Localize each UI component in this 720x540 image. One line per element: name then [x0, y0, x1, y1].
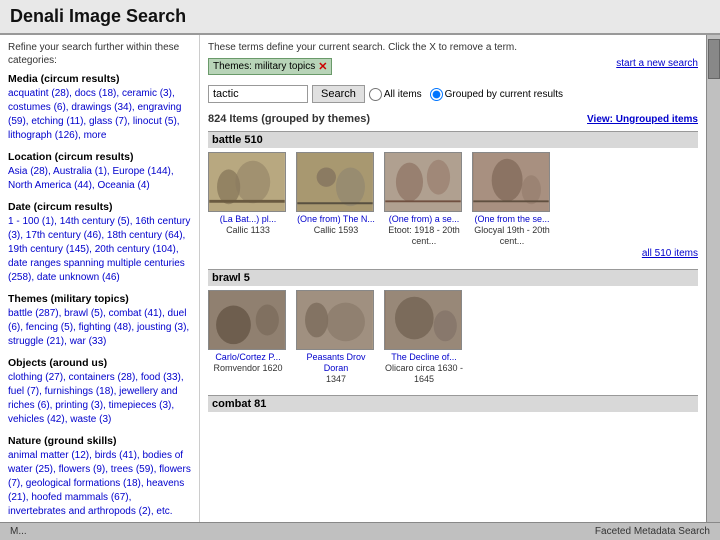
sidebar: Refine your search further within these …: [0, 35, 200, 522]
thumb-item[interactable]: (One from) The N... Callic 1593: [296, 152, 376, 236]
bottom-bar: M... Faceted Metadata Search: [0, 522, 720, 540]
thumb-meta: Romvendor 1620: [208, 363, 288, 374]
facet-group-nature: Nature (ground skills) animal matter (12…: [8, 435, 191, 519]
app-title: Denali Image Search: [10, 6, 186, 27]
facet-title-themes: Themes (military topics): [8, 293, 191, 305]
search-button[interactable]: Search: [312, 85, 365, 103]
facet-items-date[interactable]: 1 - 100 (1), 14th century (5), 16th cent…: [8, 215, 191, 285]
info-bar: These terms define your current search. …: [208, 41, 698, 54]
search-input[interactable]: [208, 85, 308, 103]
theme-group-battle: battle 510 (La Bat...) pl... Callic 1133: [208, 131, 698, 259]
thumb-meta: 1347: [296, 374, 376, 385]
facet-title-media: Media (circum results): [8, 73, 191, 85]
thumb-caption[interactable]: (La Bat...) pl...: [208, 214, 288, 225]
facet-title-date: Date (circum results): [8, 201, 191, 213]
thumb-caption[interactable]: (One from) The N...: [296, 214, 376, 225]
facet-items-location[interactable]: Asia (28), Australia (1), Europe (144), …: [8, 165, 191, 193]
thumb-item[interactable]: (La Bat...) pl... Callic 1133: [208, 152, 288, 236]
active-filter-tag: Themes: military topics ✕: [208, 58, 332, 75]
thumb-meta: Etoot: 1918 - 20th cent...: [384, 225, 464, 247]
facet-title-nature: Nature (ground skills): [8, 435, 191, 447]
thumb-caption[interactable]: (One from the se...: [472, 214, 552, 225]
thumb-meta: Callic 1133: [208, 225, 288, 236]
facet-group-location: Location (circum results) Asia (28), Aus…: [8, 151, 191, 193]
scrollbar[interactable]: [706, 35, 720, 522]
results-header: 824 Items (grouped by themes) View: Ungr…: [208, 113, 698, 125]
bottom-left-text: M...: [10, 526, 27, 537]
thumb-item[interactable]: (One from the se... Glocyal 19th - 20th …: [472, 152, 552, 246]
thumb-meta: Callic 1593: [296, 225, 376, 236]
facet-group-date: Date (circum results) 1 - 100 (1), 14th …: [8, 201, 191, 285]
thumb-caption[interactable]: Peasants Drov Doran: [296, 352, 376, 374]
header: Denali Image Search: [0, 0, 720, 35]
facet-items-media[interactable]: acquatint (28), docs (18), ceramic (3), …: [8, 87, 191, 143]
results-count: 824 Items (grouped by themes): [208, 113, 370, 125]
view-ungrouped-link[interactable]: View: Ungrouped items: [587, 114, 698, 125]
theme-group-brawl: brawl 5 Carlo/Cortez P... Romvendor 1620: [208, 269, 698, 384]
facet-group-themes: Themes (military topics) battle (287), b…: [8, 293, 191, 349]
theme-header-battle: battle 510: [208, 131, 698, 148]
sidebar-instructions: Refine your search further within these …: [8, 41, 191, 67]
theme-header-combat: combat 81: [208, 395, 698, 412]
facet-title-location: Location (circum results): [8, 151, 191, 163]
filter-tag-text: Themes: military topics: [213, 61, 315, 72]
facet-group-objects: Objects (around us) clothing (27), conta…: [8, 357, 191, 427]
facet-group-media: Media (circum results) acquatint (28), d…: [8, 73, 191, 143]
thumb-caption[interactable]: Carlo/Cortez P...: [208, 352, 288, 363]
bottom-right-text: Faceted Metadata Search: [595, 526, 710, 537]
content-area: These terms define your current search. …: [200, 35, 706, 522]
facet-items-objects[interactable]: clothing (27), containers (28), food (33…: [8, 371, 191, 427]
remove-filter-button[interactable]: ✕: [318, 60, 327, 73]
facet-items-nature[interactable]: animal matter (12), birds (41), bodies o…: [8, 449, 191, 519]
radio-all-items[interactable]: All items: [369, 88, 422, 101]
radio-grouped[interactable]: Grouped by current results: [430, 88, 563, 101]
theme-header-brawl: brawl 5: [208, 269, 698, 286]
thumb-caption[interactable]: (One from) a se...: [384, 214, 464, 225]
all-items-link-battle[interactable]: all 510 items: [208, 248, 698, 259]
thumb-item[interactable]: Peasants Drov Doran 1347: [296, 290, 376, 384]
scrollbar-thumb[interactable]: [708, 39, 720, 79]
theme-group-combat: combat 81: [208, 395, 698, 412]
thumb-meta: Olicaro circa 1630 - 1645: [384, 363, 464, 385]
thumb-item[interactable]: Carlo/Cortez P... Romvendor 1620: [208, 290, 288, 374]
start-new-search-link[interactable]: start a new search: [616, 58, 698, 69]
thumb-item[interactable]: (One from) a se... Etoot: 1918 - 20th ce…: [384, 152, 464, 246]
search-bar: Search All items Grouped by current resu…: [208, 85, 563, 103]
thumb-meta: Glocyal 19th - 20th cent...: [472, 225, 552, 247]
thumb-caption[interactable]: The Decline of...: [384, 352, 464, 363]
facet-items-themes[interactable]: battle (287), brawl (5), combat (41), du…: [8, 307, 191, 349]
thumb-item[interactable]: The Decline of... Olicaro circa 1630 - 1…: [384, 290, 464, 384]
facet-title-objects: Objects (around us): [8, 357, 191, 369]
